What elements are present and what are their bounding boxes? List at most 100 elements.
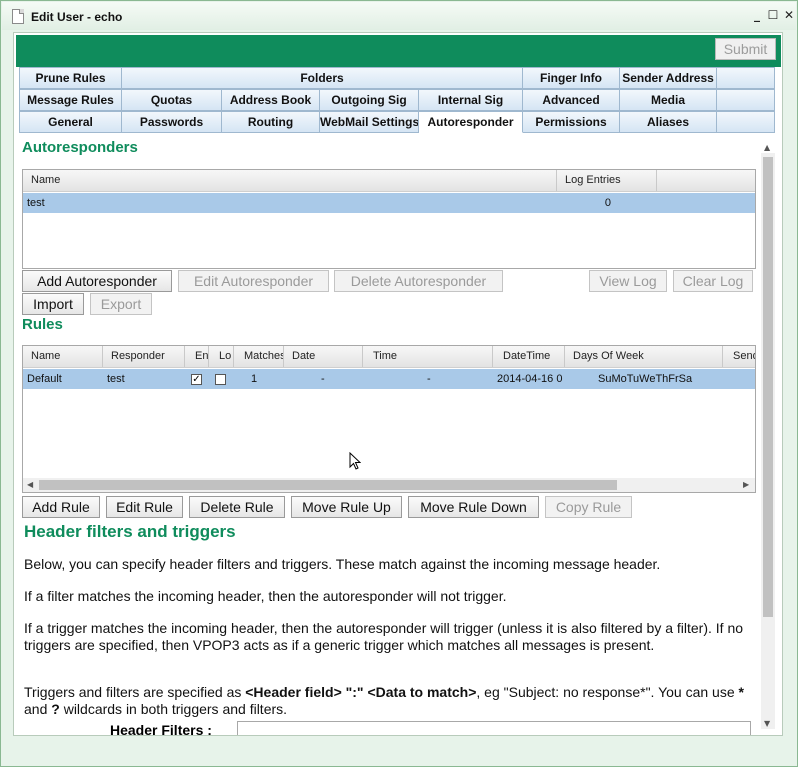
column-days-of-week[interactable]: Days Of Week bbox=[565, 346, 723, 367]
tab-row-2: Message Rules Quotas Address Book Outgoi… bbox=[19, 89, 775, 111]
window-title: Edit User - echo bbox=[31, 10, 123, 24]
column-time[interactable]: Time bbox=[363, 346, 493, 367]
log-checkbox[interactable] bbox=[215, 374, 226, 385]
edit-autoresponder-button[interactable]: Edit Autoresponder bbox=[178, 270, 329, 292]
tab-folders[interactable]: Folders bbox=[122, 67, 523, 89]
rules-table: Name Responder En Lo Matches Date Time D… bbox=[22, 345, 756, 493]
dialog-content: Submit Prune Rules Folders Finger Info S… bbox=[13, 32, 783, 736]
column-name[interactable]: Name bbox=[23, 170, 557, 191]
tab-spacer bbox=[717, 67, 775, 89]
view-log-button[interactable]: View Log bbox=[589, 270, 667, 292]
cell-days-of-week: SuMoTuWeThFrSa bbox=[598, 373, 693, 385]
tab-routing[interactable]: Routing bbox=[222, 111, 320, 133]
syntax-and: and bbox=[24, 701, 52, 717]
scroll-up-icon[interactable]: ▲ bbox=[764, 143, 770, 153]
table-row[interactable]: Default test ✓ 1 - - 2014-04-16 0 SuMoTu… bbox=[23, 369, 755, 389]
minimize-icon[interactable]: _ bbox=[750, 8, 764, 22]
column-datetime[interactable]: DateTime bbox=[493, 346, 565, 367]
trigger-paragraph: If a trigger matches the incoming header… bbox=[24, 620, 744, 653]
column-name[interactable]: Name bbox=[23, 346, 103, 367]
move-rule-down-button[interactable]: Move Rule Down bbox=[408, 496, 539, 518]
tab-general[interactable]: General bbox=[19, 111, 122, 133]
scroll-left-icon[interactable]: ◀ bbox=[27, 480, 33, 490]
tab-quotas[interactable]: Quotas bbox=[122, 89, 222, 111]
column-responder[interactable]: Responder bbox=[103, 346, 185, 367]
horizontal-scrollbar[interactable]: ◀ ▶ bbox=[23, 478, 755, 492]
column-empty bbox=[657, 170, 755, 191]
delete-rule-button[interactable]: Delete Rule bbox=[189, 496, 285, 518]
tab-aliases[interactable]: Aliases bbox=[620, 111, 717, 133]
cell-name: Default bbox=[27, 373, 62, 385]
mouse-cursor-icon bbox=[349, 452, 361, 470]
wildcard-star: * bbox=[738, 684, 744, 700]
header-filters-label: Header Filters : bbox=[110, 722, 212, 736]
tab-permissions[interactable]: Permissions bbox=[523, 111, 620, 133]
copy-rule-button[interactable]: Copy Rule bbox=[545, 496, 632, 518]
column-enabled[interactable]: En bbox=[185, 346, 209, 367]
cell-matches: 1 bbox=[251, 373, 258, 385]
tab-row-1: Prune Rules Folders Finger Info Sender A… bbox=[19, 67, 775, 89]
syntax-paragraph: Triggers and filters are specified as <H… bbox=[24, 684, 759, 718]
tab-internal-sig[interactable]: Internal Sig bbox=[419, 89, 523, 111]
scroll-down-icon[interactable]: ▼ bbox=[764, 719, 770, 729]
tab-webmail-settings[interactable]: WebMail Settings bbox=[320, 111, 419, 133]
enabled-checkbox[interactable]: ✓ bbox=[191, 374, 202, 385]
syntax-end: wildcards in both triggers and filters. bbox=[59, 701, 288, 717]
scroll-right-icon[interactable]: ▶ bbox=[743, 480, 749, 490]
tab-outgoing-sig[interactable]: Outgoing Sig bbox=[320, 89, 419, 111]
export-button[interactable]: Export bbox=[90, 293, 152, 315]
cell-time: - bbox=[427, 373, 431, 385]
autoresponders-table: Name Log Entries test 0 bbox=[22, 169, 756, 269]
wildcard-question: ? bbox=[51, 701, 60, 717]
syntax-example: , eg "Subject: no response*". You can us… bbox=[476, 684, 739, 700]
document-icon bbox=[12, 9, 24, 24]
cell-responder: test bbox=[107, 373, 125, 385]
column-matches[interactable]: Matches bbox=[234, 346, 284, 367]
tab-row-3: General Passwords Routing WebMail Settin… bbox=[19, 111, 775, 133]
column-log-entries[interactable]: Log Entries bbox=[557, 170, 657, 191]
tab-spacer bbox=[717, 89, 775, 111]
intro-paragraph: Below, you can specify header filters an… bbox=[24, 556, 661, 572]
delete-autoresponder-button[interactable]: Delete Autoresponder bbox=[334, 270, 503, 292]
autoresponders-heading: Autoresponders bbox=[22, 139, 138, 156]
tab-passwords[interactable]: Passwords bbox=[122, 111, 222, 133]
table-row[interactable]: test 0 bbox=[23, 193, 755, 213]
tab-advanced[interactable]: Advanced bbox=[523, 89, 620, 111]
cell-log-entries: 0 bbox=[604, 197, 611, 209]
vertical-scrollbar[interactable]: ▲ ▼ bbox=[761, 143, 775, 729]
header-filters-input[interactable] bbox=[237, 721, 751, 735]
maximize-icon[interactable]: ☐ bbox=[766, 8, 780, 22]
title-bar: Edit User - echo _ ☐ ✕ bbox=[2, 2, 796, 30]
table-header: Name Responder En Lo Matches Date Time D… bbox=[23, 346, 755, 368]
column-log[interactable]: Lo bbox=[209, 346, 234, 367]
tab-message-rules[interactable]: Message Rules bbox=[19, 89, 122, 111]
rules-heading: Rules bbox=[22, 316, 63, 333]
horizontal-scroll-thumb[interactable] bbox=[39, 480, 617, 490]
tab-sender-address[interactable]: Sender Address bbox=[620, 67, 717, 89]
edit-user-window: Edit User - echo _ ☐ ✕ Submit Prune Rule… bbox=[0, 0, 798, 767]
tab-prune-rules[interactable]: Prune Rules bbox=[19, 67, 122, 89]
add-rule-button[interactable]: Add Rule bbox=[22, 496, 100, 518]
close-icon[interactable]: ✕ bbox=[782, 8, 796, 22]
tab-media[interactable]: Media bbox=[620, 89, 717, 111]
header-filters-heading: Header filters and triggers bbox=[24, 522, 236, 541]
clear-log-button[interactable]: Clear Log bbox=[673, 270, 753, 292]
cell-datetime: 2014-04-16 0 bbox=[497, 373, 563, 385]
import-button[interactable]: Import bbox=[22, 293, 84, 315]
top-toolbar: Submit bbox=[16, 35, 781, 67]
submit-button[interactable]: Submit bbox=[715, 38, 776, 60]
edit-rule-button[interactable]: Edit Rule bbox=[106, 496, 183, 518]
move-rule-up-button[interactable]: Move Rule Up bbox=[291, 496, 402, 518]
filter-paragraph: If a filter matches the incoming header,… bbox=[24, 588, 507, 604]
tab-address-book[interactable]: Address Book bbox=[222, 89, 320, 111]
syntax-text: Triggers and filters are specified as bbox=[24, 684, 246, 700]
syntax-format: <Header field> ":" <Data to match> bbox=[245, 684, 477, 700]
add-autoresponder-button[interactable]: Add Autoresponder bbox=[22, 270, 172, 292]
tab-autoresponder[interactable]: Autoresponder bbox=[419, 111, 523, 133]
cell-date: - bbox=[321, 373, 325, 385]
tab-finger-info[interactable]: Finger Info bbox=[523, 67, 620, 89]
column-send[interactable]: Send bbox=[723, 346, 755, 367]
table-header: Name Log Entries bbox=[23, 170, 755, 192]
vertical-scroll-thumb[interactable] bbox=[763, 157, 773, 617]
column-date[interactable]: Date bbox=[284, 346, 363, 367]
